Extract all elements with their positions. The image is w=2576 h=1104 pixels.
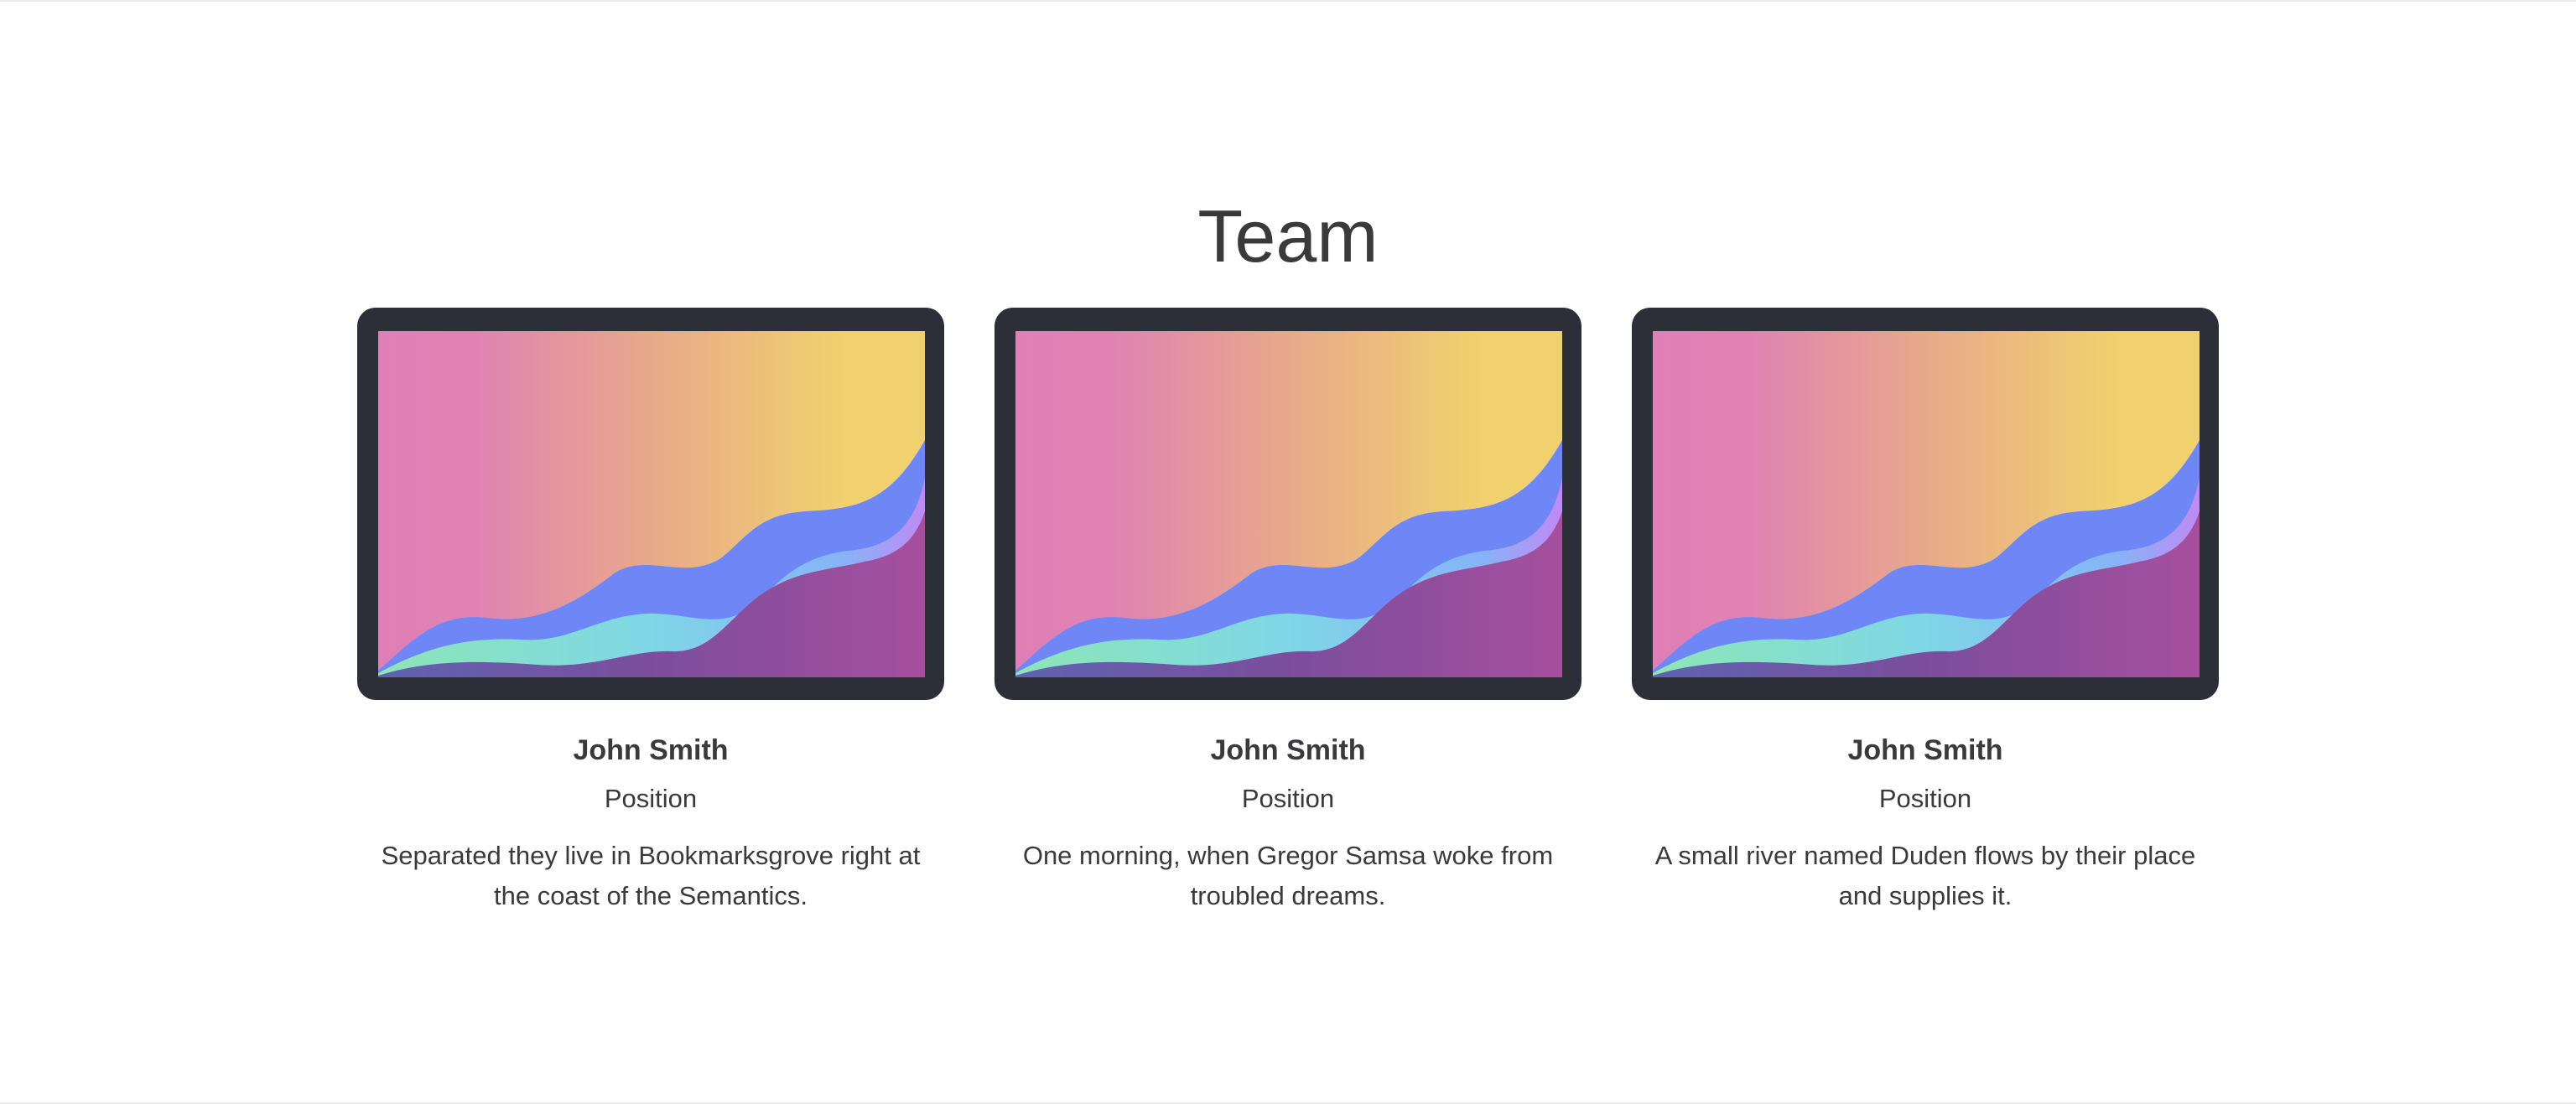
section-title: Team: [1197, 194, 1379, 277]
member-bio: A small river named Duden flows by their…: [1654, 841, 2196, 910]
team-grid: John Smith Position Separated they live …: [357, 308, 2219, 945]
device-frame: [995, 308, 1581, 700]
member-bio: One morning, when Gregor Samsa woke from…: [1022, 841, 1554, 910]
wave-illustration-image: [1015, 331, 1562, 677]
member-photo-placeholder: [378, 331, 925, 677]
device-frame: [1632, 308, 2219, 700]
team-member-card: John Smith Position A small river named …: [1632, 308, 2219, 916]
wave-illustration-image: [378, 331, 925, 677]
team-member-card: John Smith Position One morning, when Gr…: [995, 308, 1581, 916]
member-photo-placeholder: [1653, 331, 2199, 677]
team-member-card: John Smith Position Separated they live …: [357, 308, 944, 916]
member-position: Position: [604, 784, 698, 813]
device-frame: [357, 308, 944, 700]
member-name: John Smith: [1210, 734, 1366, 766]
member-position: Position: [1241, 784, 1335, 813]
member-position: Position: [1878, 784, 1972, 813]
member-photo-placeholder: [1015, 331, 1562, 677]
member-name: John Smith: [573, 734, 729, 766]
top-divider: [0, 0, 2576, 2]
wave-illustration-image: [1653, 331, 2199, 677]
member-name: John Smith: [1847, 734, 2003, 766]
member-bio: Separated they live in Bookmarksgrove ri…: [381, 841, 921, 910]
